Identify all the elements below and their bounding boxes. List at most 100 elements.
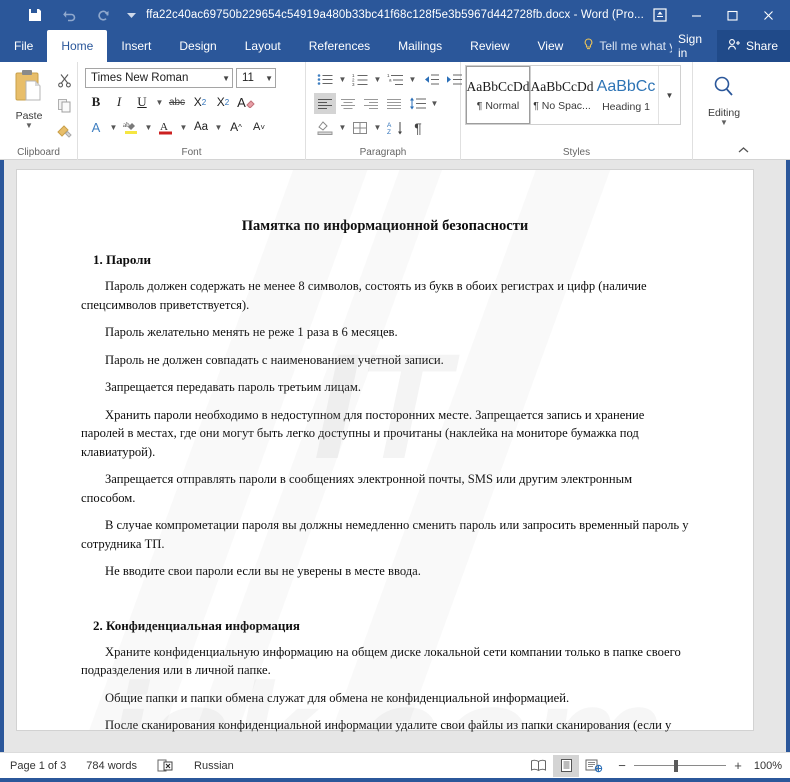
tab-view[interactable]: View xyxy=(524,30,578,62)
window-bottom-edge xyxy=(0,778,790,782)
sign-in-button[interactable]: Sign in xyxy=(672,30,717,62)
tab-design[interactable]: Design xyxy=(165,30,230,62)
editing-caret-icon[interactable]: ▼ xyxy=(720,119,728,127)
text-effects-button[interactable]: A xyxy=(85,116,107,138)
tab-layout[interactable]: Layout xyxy=(231,30,295,62)
paste-caret-icon[interactable]: ▼ xyxy=(25,122,33,130)
strikethrough-button[interactable]: abc xyxy=(166,91,188,113)
font-size-caret-icon[interactable]: ▼ xyxy=(262,74,273,83)
align-right-button[interactable] xyxy=(360,93,382,114)
grow-font-button[interactable]: A ^ xyxy=(225,116,247,138)
paste-icon xyxy=(12,68,46,109)
text-highlight-caret-icon[interactable]: ▼ xyxy=(143,116,154,138)
shading-caret-icon[interactable]: ▼ xyxy=(337,117,348,138)
print-layout-button[interactable] xyxy=(553,754,579,777)
tab-home[interactable]: Home xyxy=(47,30,108,62)
zoom-slider[interactable] xyxy=(634,759,726,772)
font-name-caret-icon[interactable]: ▼ xyxy=(219,74,230,83)
section-1-heading: 1. Пароли xyxy=(93,252,151,267)
document-title: Памятка по информационной безопасности xyxy=(241,218,529,234)
section-1-paragraph-1: Пароль должен содержать не менее 8 симво… xyxy=(81,279,647,312)
zoom-slider-thumb[interactable] xyxy=(674,759,679,772)
subscript-button[interactable]: X2 xyxy=(189,91,211,113)
proofing-status[interactable] xyxy=(147,753,184,779)
text-effects-caret-icon[interactable]: ▼ xyxy=(108,116,119,138)
document-area[interactable]: IT isk com Памятка по информационной без… xyxy=(0,160,790,752)
save-icon[interactable] xyxy=(18,3,52,27)
font-name-combo[interactable]: Times New Roman ▼ xyxy=(85,68,233,88)
borders-caret-icon[interactable]: ▼ xyxy=(372,117,383,138)
group-editing: Editing ▼ xyxy=(693,62,755,160)
text-highlight-button[interactable]: ab xyxy=(120,116,142,138)
collapse-ribbon-icon[interactable] xyxy=(738,146,749,157)
editing-button[interactable]: Editing ▼ xyxy=(698,74,750,127)
word-count[interactable]: 784 words xyxy=(76,753,147,779)
style-normal[interactable]: AaBbCcDd ¶ Normal xyxy=(465,65,531,125)
borders-button[interactable] xyxy=(349,117,371,138)
font-color-button[interactable]: A xyxy=(155,116,177,138)
style-heading-1[interactable]: AaBbCc Heading 1 xyxy=(594,66,658,124)
format-painter-icon[interactable] xyxy=(53,120,75,140)
decrease-indent-button[interactable] xyxy=(419,69,441,90)
styles-gallery-more-icon[interactable]: ▼ xyxy=(658,66,680,124)
undo-icon[interactable] xyxy=(52,3,86,27)
read-mode-button[interactable] xyxy=(525,755,551,777)
style-no-spacing-preview: AaBbCcDd xyxy=(530,78,594,94)
numbering-button[interactable]: 123 xyxy=(349,69,371,90)
tab-references[interactable]: References xyxy=(295,30,384,62)
style-no-spacing[interactable]: AaBbCcDd ¶ No Spac... xyxy=(530,66,594,124)
zoom-in-button[interactable]: + xyxy=(733,758,743,773)
clear-formatting-button[interactable]: A xyxy=(235,91,257,113)
font-color-caret-icon[interactable]: ▼ xyxy=(178,116,189,138)
section-1-paragraph-4: Запрещается передавать пароль третьим ли… xyxy=(105,380,361,394)
sort-button[interactable]: AZ xyxy=(384,117,406,138)
shrink-font-button[interactable]: A ˅ xyxy=(248,116,270,138)
redo-icon[interactable] xyxy=(86,3,120,27)
superscript-button[interactable]: X2 xyxy=(212,91,234,113)
group-font: Times New Roman ▼ 11 ▼ B I U ▼ abc X2 X … xyxy=(78,62,306,160)
share-button[interactable]: Share xyxy=(716,30,790,62)
shading-button[interactable] xyxy=(314,117,336,138)
search-icon xyxy=(711,74,737,105)
tab-insert[interactable]: Insert xyxy=(107,30,165,62)
maximize-icon[interactable] xyxy=(714,2,750,28)
ribbon-display-options-icon[interactable] xyxy=(642,2,678,28)
ribbon: Paste ▼ Clipboard Times New Roman ▼ 11 ▼… xyxy=(0,62,790,160)
italic-button[interactable]: I xyxy=(108,91,130,113)
minimize-icon[interactable] xyxy=(678,2,714,28)
page-indicator[interactable]: Page 1 of 3 xyxy=(0,753,76,779)
lightbulb-icon xyxy=(583,38,594,54)
document-page[interactable]: IT isk com Памятка по информационной без… xyxy=(17,170,753,732)
cut-icon[interactable] xyxy=(53,70,75,90)
bold-button[interactable]: B xyxy=(85,91,107,113)
copy-icon[interactable] xyxy=(53,95,75,115)
align-left-button[interactable] xyxy=(314,93,336,114)
multilevel-list-caret-icon[interactable]: ▼ xyxy=(407,69,418,90)
underline-caret-icon[interactable]: ▼ xyxy=(154,91,165,113)
bullets-button[interactable] xyxy=(314,69,336,90)
language-indicator[interactable]: Russian xyxy=(184,753,244,779)
tab-file[interactable]: File xyxy=(0,30,47,62)
customize-quick-access-caret-icon[interactable] xyxy=(120,3,142,27)
line-spacing-button[interactable] xyxy=(406,93,428,114)
justify-button[interactable] xyxy=(383,93,405,114)
tab-mailings[interactable]: Mailings xyxy=(384,30,456,62)
align-center-button[interactable] xyxy=(337,93,359,114)
web-layout-button[interactable] xyxy=(581,755,607,777)
tell-me-search[interactable]: Tell me what y« xyxy=(583,30,672,62)
close-icon[interactable] xyxy=(750,2,786,28)
show-formatting-marks-button[interactable]: ¶ xyxy=(407,117,429,138)
numbering-caret-icon[interactable]: ▼ xyxy=(372,69,383,90)
multilevel-list-button[interactable]: 1a xyxy=(384,69,406,90)
change-case-button[interactable]: Aa xyxy=(190,116,212,138)
line-spacing-caret-icon[interactable]: ▼ xyxy=(429,93,440,114)
zoom-level[interactable]: 100% xyxy=(750,760,782,772)
bullets-caret-icon[interactable]: ▼ xyxy=(337,69,348,90)
tab-review[interactable]: Review xyxy=(456,30,523,62)
font-size-combo[interactable]: 11 ▼ xyxy=(236,68,276,88)
zoom-out-button[interactable]: − xyxy=(617,758,627,773)
change-case-caret-icon[interactable]: ▼ xyxy=(213,116,224,138)
paste-button[interactable]: Paste ▼ xyxy=(7,66,51,140)
underline-button[interactable]: U xyxy=(131,91,153,113)
svg-text:A: A xyxy=(160,121,168,133)
